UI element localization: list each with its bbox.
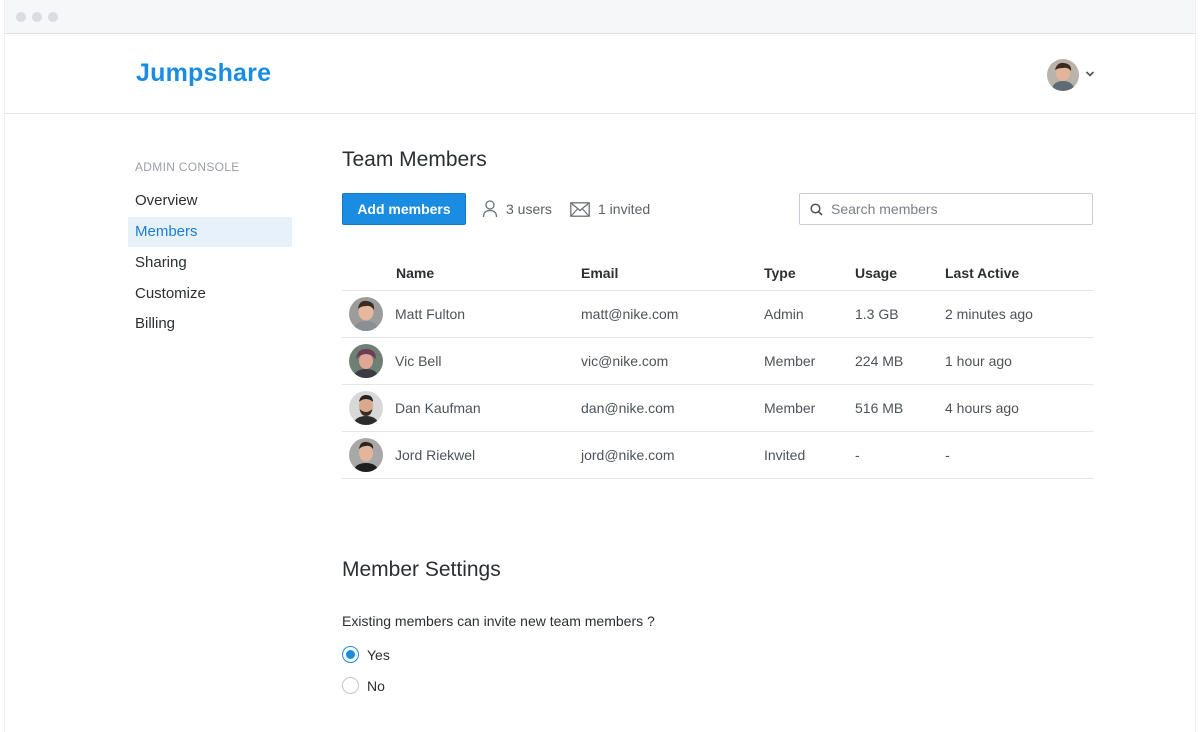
users-count-label: 3 users [506,201,552,217]
member-type: Member [764,353,816,369]
table-row[interactable]: Matt Fulton matt@nike.com Admin 1.3 GB 2… [342,291,1093,338]
search-input[interactable] [831,201,1081,217]
member-email: matt@nike.com [581,306,679,322]
app-window: Jumpshare ADMIN CONSOLE Overview Members… [4,0,1196,732]
search-box[interactable] [799,193,1093,225]
sidebar-item-sharing[interactable]: Sharing [128,248,292,278]
member-usage: 224 MB [855,353,904,369]
table-row[interactable]: Dan Kaufman dan@nike.com Member 516 MB 4… [342,385,1093,432]
column-header-name[interactable]: Name [396,265,434,281]
member-avatar [349,391,383,425]
users-count: 3 users [482,199,552,219]
member-usage: 516 MB [855,400,904,416]
radio-no[interactable] [342,677,359,694]
column-header-type[interactable]: Type [764,265,796,281]
user-menu[interactable] [1047,59,1103,91]
team-members-title: Team Members [342,148,487,171]
member-email: jord@nike.com [581,447,675,463]
invited-count-label: 1 invited [598,201,651,217]
members-table: Name Email Type Usage Last Active Matt F… [342,256,1093,479]
radio-option-yes[interactable]: Yes [342,646,390,663]
window-dot-icon [32,12,42,22]
member-last-active: 2 minutes ago [945,306,1033,322]
table-row[interactable]: Vic Bell vic@nike.com Member 224 MB 1 ho… [342,338,1093,385]
sidebar-heading: ADMIN CONSOLE [135,160,240,174]
column-header-email[interactable]: Email [581,265,618,281]
member-usage: 1.3 GB [855,306,899,322]
window-titlebar [5,0,1195,34]
chevron-down-icon[interactable] [1085,69,1095,79]
member-avatar [349,438,383,472]
add-members-button[interactable]: Add members [342,193,466,225]
column-header-usage[interactable]: Usage [855,265,897,281]
sidebar-item-billing[interactable]: Billing [128,309,292,339]
user-icon [482,200,498,218]
member-avatar [349,297,383,331]
sidebar-item-customize[interactable]: Customize [128,279,292,309]
window-dot-icon [48,12,58,22]
sidebar-item-overview[interactable]: Overview [128,186,292,216]
member-name[interactable]: Matt Fulton [395,306,465,322]
app-header: Jumpshare [5,35,1195,114]
search-icon [810,202,823,216]
member-avatar [349,344,383,378]
radio-option-no[interactable]: No [342,677,385,694]
member-last-active: 1 hour ago [945,353,1012,369]
member-name[interactable]: Dan Kaufman [395,400,481,416]
sidebar-item-members[interactable]: Members [128,217,292,247]
member-type: Admin [764,306,804,322]
window-dot-icon [16,12,26,22]
radio-yes[interactable] [342,646,359,663]
column-header-last-active[interactable]: Last Active [945,265,1019,281]
member-last-active: 4 hours ago [945,400,1019,416]
brand-logo[interactable]: Jumpshare [136,59,271,88]
member-email: vic@nike.com [581,353,669,369]
member-type: Member [764,400,816,416]
radio-yes-label[interactable]: Yes [367,647,390,663]
radio-no-label[interactable]: No [367,678,385,694]
member-email: dan@nike.com [581,400,675,416]
member-type: Invited [764,447,806,463]
member-name[interactable]: Vic Bell [395,353,441,369]
member-last-active: - [945,447,950,463]
table-row[interactable]: Jord Riekwel jord@nike.com Invited - - [342,432,1093,479]
envelope-icon [570,201,590,217]
table-header: Name Email Type Usage Last Active [342,256,1093,291]
member-usage: - [855,447,860,463]
invited-count: 1 invited [570,199,650,219]
user-avatar[interactable] [1047,59,1079,91]
member-name[interactable]: Jord Riekwel [395,447,475,463]
invite-permission-question: Existing members can invite new team mem… [342,613,655,629]
member-settings-title: Member Settings [342,558,501,581]
